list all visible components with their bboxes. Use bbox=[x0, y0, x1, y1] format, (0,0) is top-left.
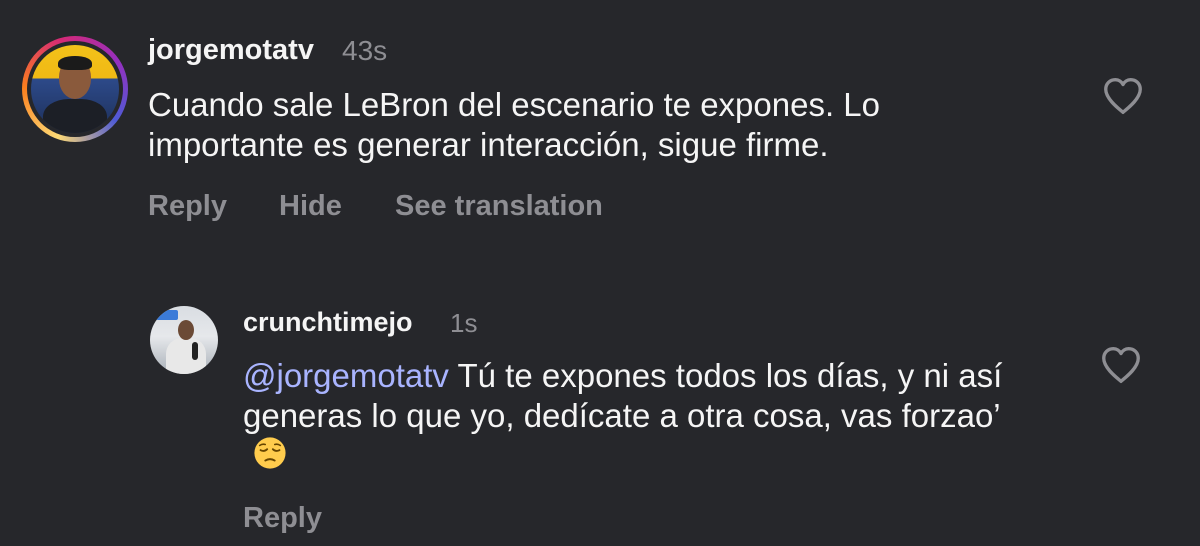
see-translation-button[interactable]: See translation bbox=[395, 190, 603, 223]
reply-button[interactable]: Reply bbox=[148, 190, 227, 223]
comment-timestamp: 1s bbox=[450, 308, 478, 338]
hide-button[interactable]: Hide bbox=[279, 190, 342, 223]
comment-username[interactable]: crunchtimejo bbox=[243, 307, 413, 338]
reply-comment-crunchtimejo: crunchtimejo 1s @jorgemotatv Tú te expon… bbox=[0, 290, 1200, 546]
comment-text: @jorgemotatv Tú te expones todos los día… bbox=[243, 356, 1043, 475]
avatar[interactable] bbox=[150, 306, 218, 374]
comment-username[interactable]: jorgemotatv bbox=[148, 34, 314, 67]
comments-screen: jorgemotatv 43s Cuando sale LeBron del e… bbox=[0, 0, 1200, 546]
reply-button[interactable]: Reply bbox=[243, 502, 322, 535]
comment-timestamp: 43s bbox=[342, 35, 388, 66]
heart-icon[interactable] bbox=[1100, 73, 1146, 119]
mention-link[interactable]: @jorgemotatv bbox=[243, 357, 449, 394]
avatar-story-ring[interactable] bbox=[22, 36, 128, 142]
comment-jorgemotatv: jorgemotatv 43s Cuando sale LeBron del e… bbox=[0, 0, 1200, 260]
avatar[interactable] bbox=[31, 45, 119, 133]
pensive-face-emoji-icon bbox=[254, 437, 286, 469]
comment-text: Cuando sale LeBron del escenario te expo… bbox=[148, 86, 881, 163]
heart-icon[interactable] bbox=[1098, 342, 1144, 388]
